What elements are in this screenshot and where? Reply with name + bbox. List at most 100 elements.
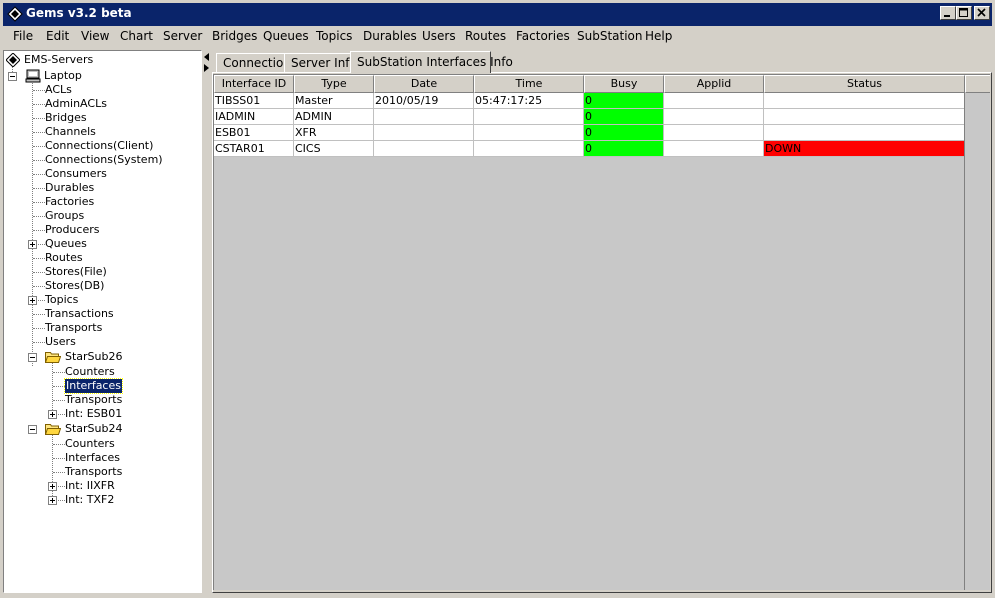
splitter-bar[interactable] xyxy=(203,50,211,593)
cell-status-down[interactable]: DOWN xyxy=(764,141,965,157)
server-tree[interactable]: EMS-Servers Laptop ACLs AdminACLs Bridge… xyxy=(3,50,202,593)
cell-status[interactable] xyxy=(764,93,965,109)
collapse-starsub24-icon[interactable] xyxy=(28,425,37,434)
column-header-applid[interactable]: Applid xyxy=(664,75,764,93)
interfaces-table[interactable]: Interface ID Type Date Time Busy Applid … xyxy=(213,74,990,590)
cell-type[interactable]: Master xyxy=(294,93,374,109)
expand-txf2-icon[interactable] xyxy=(48,496,57,505)
tree-server-laptop[interactable]: Laptop xyxy=(44,69,82,83)
tree-substation-starsub26[interactable]: StarSub26 xyxy=(65,350,123,364)
menu-factories[interactable]: Factories xyxy=(516,29,570,43)
column-header-time[interactable]: Time xyxy=(474,75,584,93)
menu-bridges[interactable]: Bridges xyxy=(212,29,257,43)
menu-chart[interactable]: Chart xyxy=(120,29,153,43)
menu-file[interactable]: File xyxy=(13,29,33,43)
tab-connection[interactable]: Connection xyxy=(216,53,291,72)
tree-item-starsub24-transports[interactable]: Transports xyxy=(65,465,122,479)
tree-item-transports[interactable]: Transports xyxy=(45,321,102,335)
tab-server-info[interactable]: Server Info xyxy=(284,53,357,72)
column-header-busy[interactable]: Busy xyxy=(584,75,664,93)
cell-interface-id[interactable]: IADMIN xyxy=(214,109,294,125)
cell-busy[interactable]: 0 xyxy=(584,141,664,157)
cell-busy[interactable]: 0 xyxy=(584,109,664,125)
cell-applid[interactable] xyxy=(664,93,764,109)
tree-item-bridges[interactable]: Bridges xyxy=(45,111,87,125)
cell-date[interactable] xyxy=(374,125,474,141)
menu-queues[interactable]: Queues xyxy=(263,29,309,43)
close-button[interactable] xyxy=(974,6,990,20)
tree-item-starsub26-counters[interactable]: Counters xyxy=(65,365,115,379)
gems-app-icon[interactable] xyxy=(7,6,23,22)
cell-busy[interactable]: 0 xyxy=(584,125,664,141)
tree-item-stores-file[interactable]: Stores(File) xyxy=(45,265,107,279)
tree-item-routes[interactable]: Routes xyxy=(45,251,83,265)
cell-date[interactable]: 2010/05/19 xyxy=(374,93,474,109)
menu-edit[interactable]: Edit xyxy=(46,29,69,43)
cell-type[interactable]: CICS xyxy=(294,141,374,157)
menu-help[interactable]: Help xyxy=(645,29,672,43)
cell-applid[interactable] xyxy=(664,125,764,141)
tree-item-consumers[interactable]: Consumers xyxy=(45,167,107,181)
cell-time[interactable] xyxy=(474,109,584,125)
expand-iixfr-icon[interactable] xyxy=(48,482,57,491)
cell-time[interactable] xyxy=(474,125,584,141)
tree-item-int-iixfr[interactable]: Int: IIXFR xyxy=(65,479,115,493)
tree-substation-starsub24[interactable]: StarSub24 xyxy=(65,422,123,436)
cell-type[interactable]: ADMIN xyxy=(294,109,374,125)
menu-topics[interactable]: Topics xyxy=(316,29,352,43)
tab-substation-interfaces-info[interactable]: SubStation Interfaces Info xyxy=(350,51,513,73)
cell-time[interactable]: 05:47:17:25 xyxy=(474,93,584,109)
tree-item-transactions[interactable]: Transactions xyxy=(45,307,114,321)
column-header-status[interactable]: Status xyxy=(764,75,965,93)
cell-status[interactable] xyxy=(764,109,965,125)
tree-item-starsub24-counters[interactable]: Counters xyxy=(65,437,115,451)
tree-item-stores-db[interactable]: Stores(DB) xyxy=(45,279,104,293)
minimize-button[interactable] xyxy=(940,6,956,20)
tree-item-int-esb01[interactable]: Int: ESB01 xyxy=(65,407,122,421)
expand-queues-icon[interactable] xyxy=(28,240,37,249)
menu-routes[interactable]: Routes xyxy=(465,29,506,43)
cell-type[interactable]: XFR xyxy=(294,125,374,141)
tree-item-durables[interactable]: Durables xyxy=(45,181,94,195)
cell-interface-id[interactable]: ESB01 xyxy=(214,125,294,141)
cell-status[interactable] xyxy=(764,125,965,141)
column-header-type[interactable]: Type xyxy=(294,75,374,93)
tree-item-producers[interactable]: Producers xyxy=(45,223,99,237)
cell-date[interactable] xyxy=(374,109,474,125)
column-header-date[interactable]: Date xyxy=(374,75,474,93)
tree-root-ems-servers[interactable]: EMS-Servers xyxy=(24,53,93,67)
column-header-interface-id[interactable]: Interface ID xyxy=(214,75,294,93)
menu-server[interactable]: Server xyxy=(163,29,202,43)
expand-esb01-icon[interactable] xyxy=(48,410,57,419)
cell-interface-id[interactable]: CSTAR01 xyxy=(214,141,294,157)
menu-durables[interactable]: Durables xyxy=(363,29,417,43)
tree-item-groups[interactable]: Groups xyxy=(45,209,84,223)
maximize-button[interactable] xyxy=(956,6,972,20)
cell-date[interactable] xyxy=(374,141,474,157)
collapse-right-icon[interactable] xyxy=(204,64,209,72)
tree-item-int-txf2[interactable]: Int: TXF2 xyxy=(65,493,114,507)
tree-item-acls[interactable]: ACLs xyxy=(45,83,72,97)
tree-item-connections-system[interactable]: Connections(System) xyxy=(45,153,163,167)
tree-item-starsub26-interfaces[interactable]: Interfaces xyxy=(64,378,123,394)
tree-item-users[interactable]: Users xyxy=(45,335,76,349)
collapse-left-icon[interactable] xyxy=(204,53,209,61)
cell-interface-id[interactable]: TIBSS01 xyxy=(214,93,294,109)
menu-view[interactable]: View xyxy=(81,29,109,43)
collapse-laptop-icon[interactable] xyxy=(8,72,17,81)
collapse-starsub26-icon[interactable] xyxy=(28,353,37,362)
menu-users[interactable]: Users xyxy=(422,29,456,43)
menu-substation[interactable]: SubStation xyxy=(577,29,643,43)
cell-time[interactable] xyxy=(474,141,584,157)
tree-item-channels[interactable]: Channels xyxy=(45,125,96,139)
tree-item-starsub24-interfaces[interactable]: Interfaces xyxy=(65,451,120,465)
tree-item-topics[interactable]: Topics xyxy=(45,293,78,307)
cell-busy[interactable]: 0 xyxy=(584,93,664,109)
cell-applid[interactable] xyxy=(664,109,764,125)
tree-item-connections-client[interactable]: Connections(Client) xyxy=(45,139,153,153)
expand-topics-icon[interactable] xyxy=(28,296,37,305)
tree-item-adminacls[interactable]: AdminACLs xyxy=(45,97,107,111)
tree-item-starsub26-transports[interactable]: Transports xyxy=(65,393,122,407)
tree-item-factories[interactable]: Factories xyxy=(45,195,94,209)
tree-item-queues[interactable]: Queues xyxy=(45,237,87,251)
